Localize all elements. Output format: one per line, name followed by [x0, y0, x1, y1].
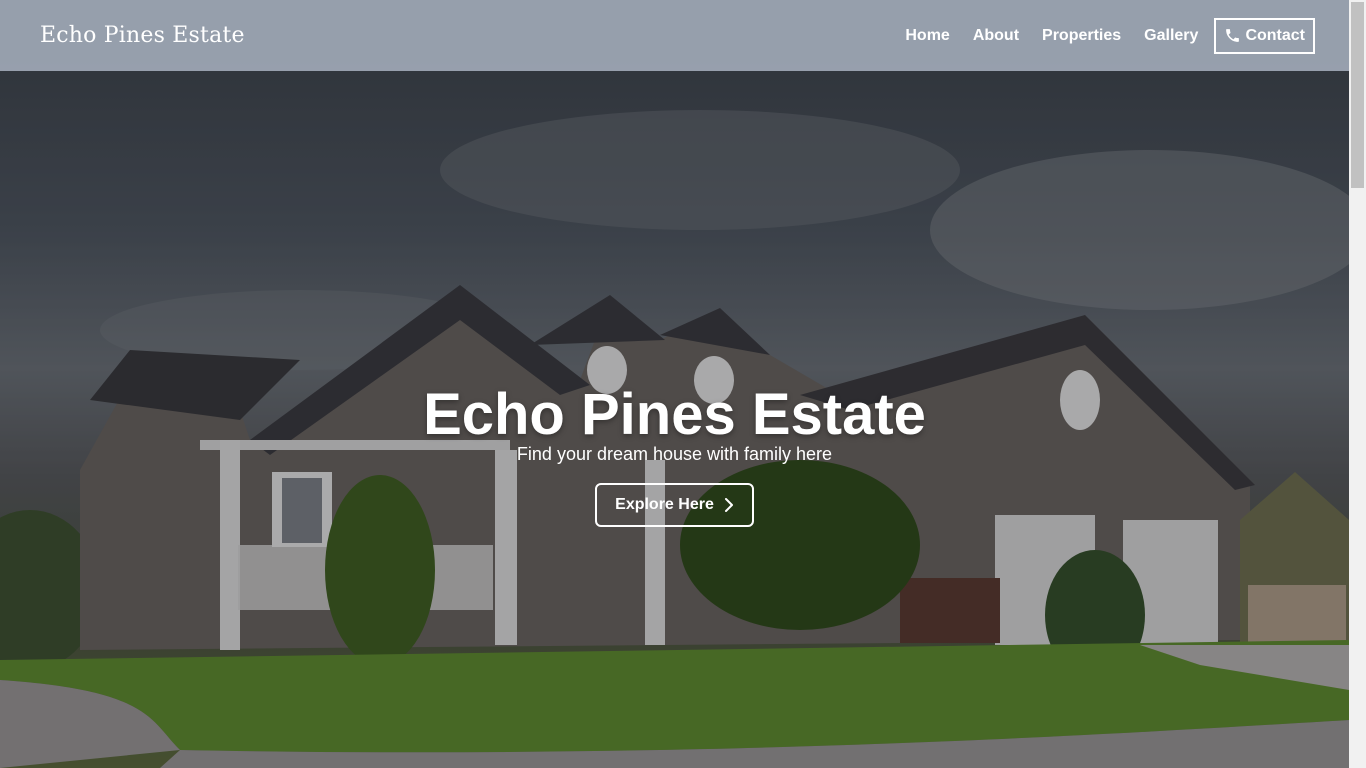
- main-nav: Home About Properties Gallery Contact: [882, 17, 1315, 54]
- hero-title: Echo Pines Estate: [423, 382, 926, 447]
- contact-label: Contact: [1245, 26, 1305, 44]
- chevron-right-icon: [724, 498, 733, 512]
- explore-button[interactable]: Explore Here: [595, 483, 754, 527]
- nav-gallery[interactable]: Gallery: [1144, 27, 1198, 45]
- brand-logo[interactable]: Echo Pines Estate: [40, 23, 245, 48]
- nav-home[interactable]: Home: [905, 27, 949, 45]
- hero-content: Echo Pines Estate Find your dream house …: [0, 380, 1349, 527]
- nav-about[interactable]: About: [973, 27, 1019, 45]
- nav-properties[interactable]: Properties: [1042, 27, 1121, 45]
- page-scrollbar[interactable]: [1349, 0, 1366, 768]
- hero-subtitle: Find your dream house with family here: [516, 444, 833, 464]
- top-navbar: Echo Pines Estate Home About Properties …: [0, 0, 1349, 71]
- explore-label: Explore Here: [615, 496, 714, 513]
- phone-icon: [1226, 29, 1240, 42]
- contact-button[interactable]: Contact: [1214, 17, 1315, 54]
- scrollbar-thumb[interactable]: [1351, 2, 1364, 188]
